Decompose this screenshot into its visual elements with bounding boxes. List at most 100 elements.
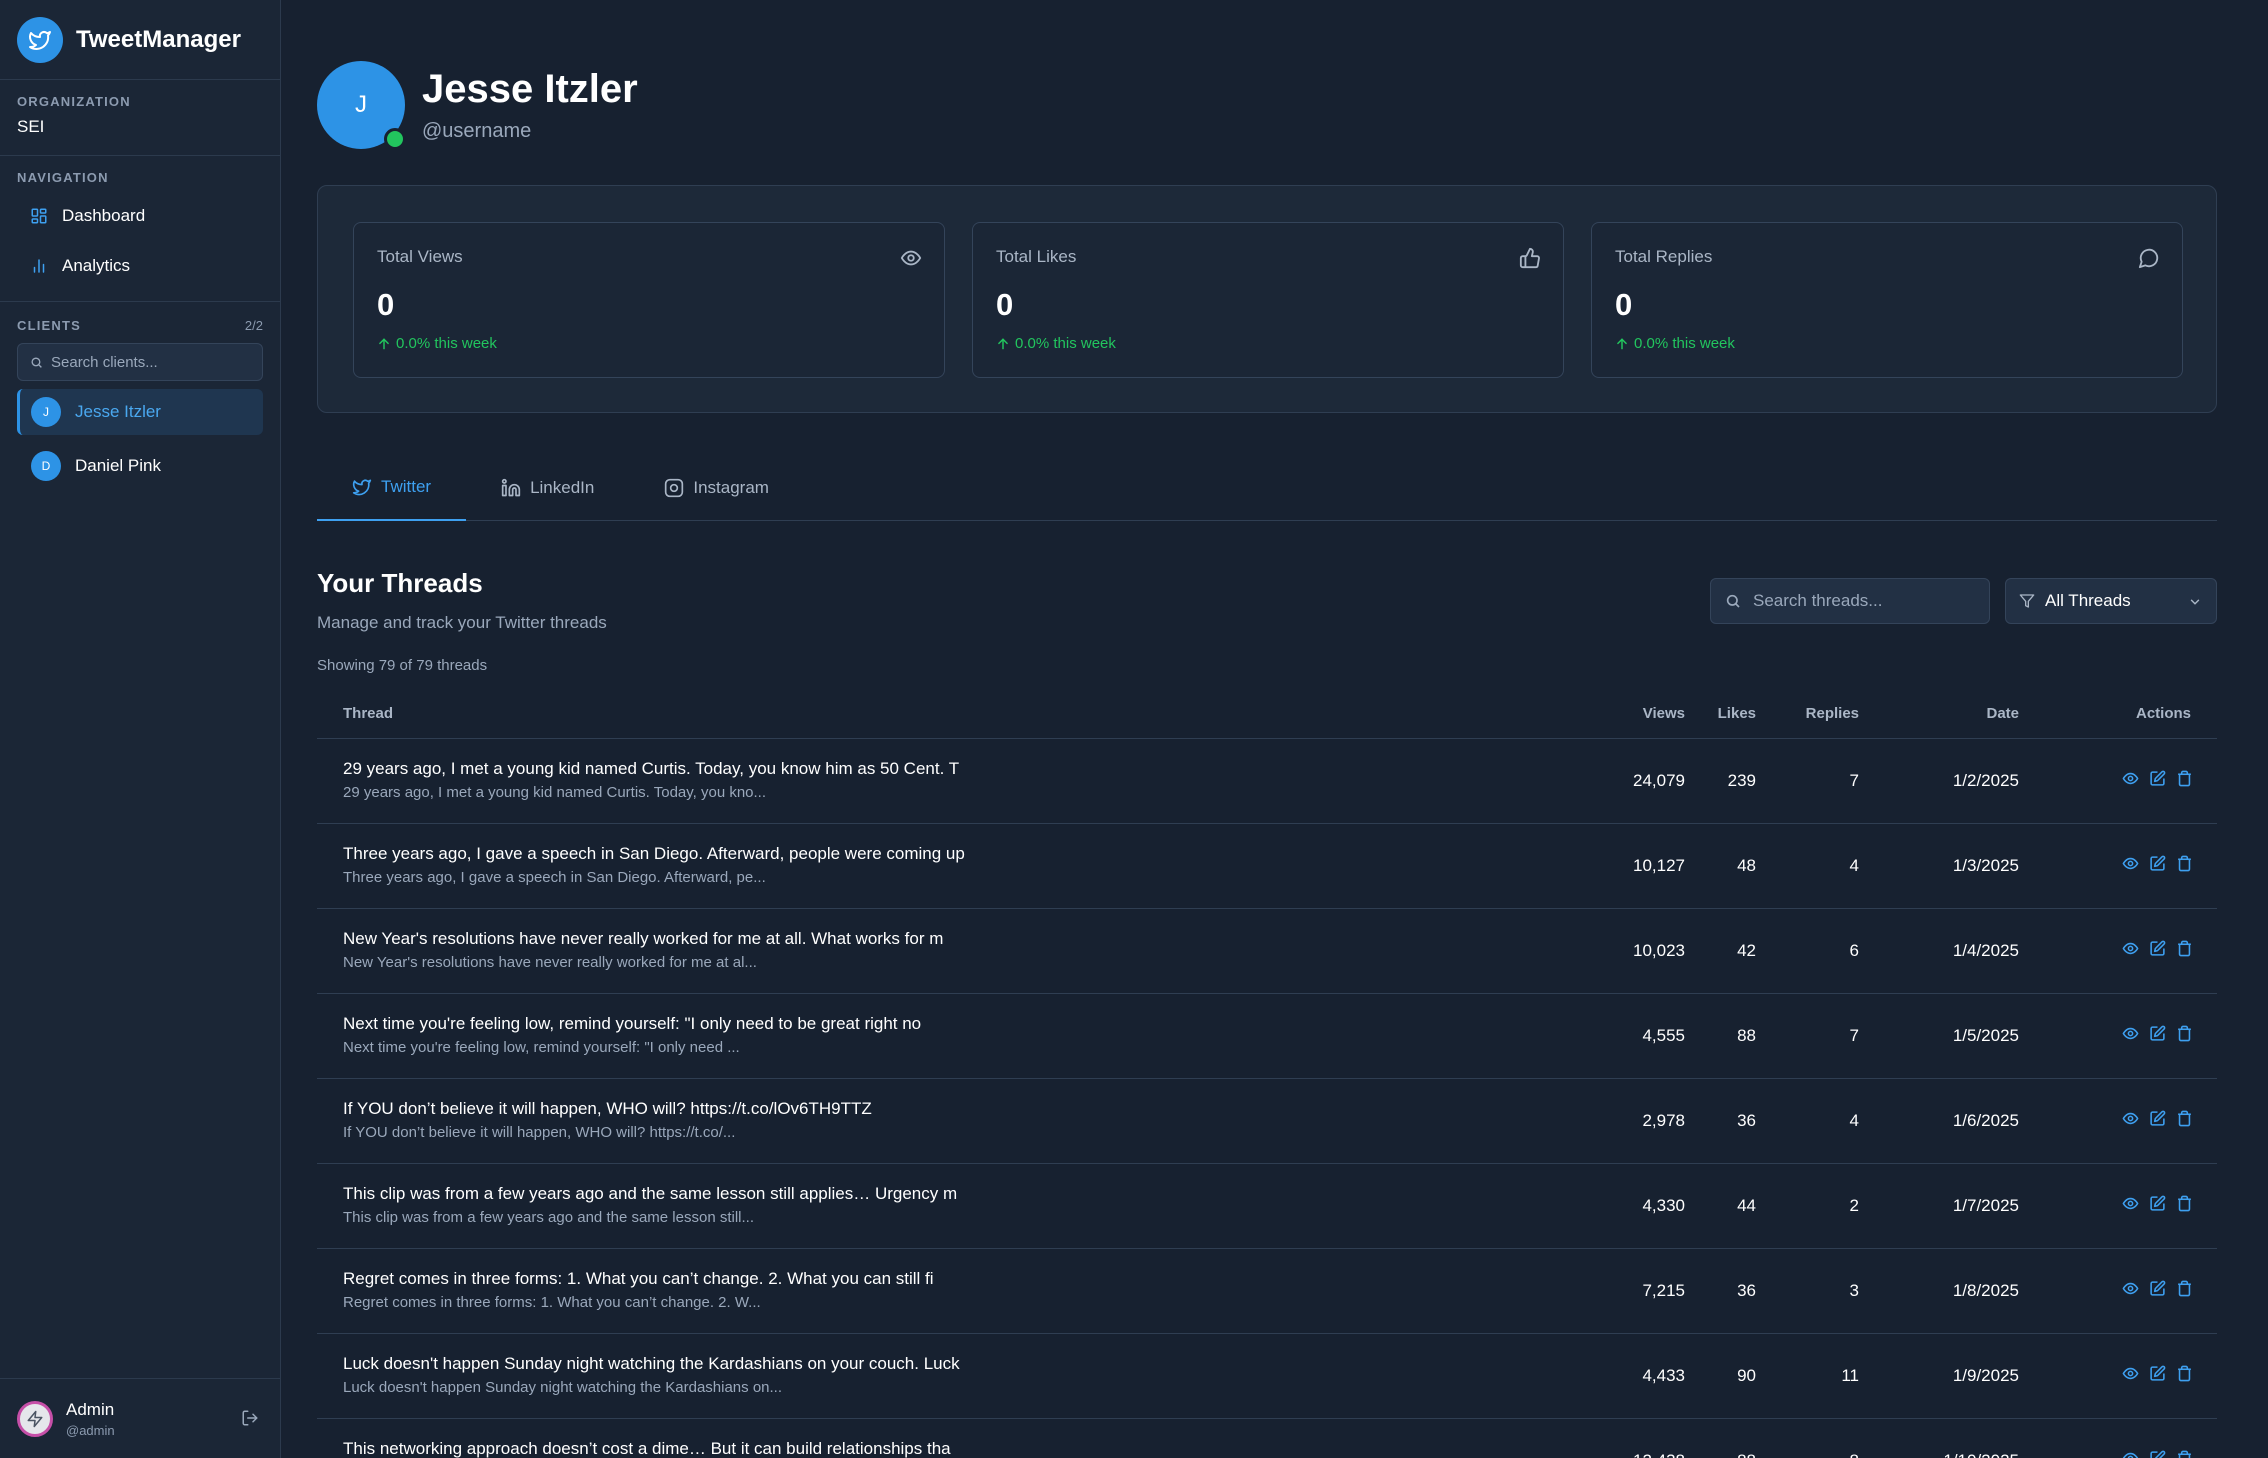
twitter-logo-icon (17, 16, 63, 63)
table-row[interactable]: New Year's resolutions have never really… (317, 909, 2217, 994)
view-icon[interactable] (2122, 1025, 2139, 1042)
table-row[interactable]: Next time you're feeling low, remind you… (317, 994, 2217, 1079)
thread-title[interactable]: Luck doesn't happen Sunday night watchin… (343, 1354, 960, 1374)
profile-initial: J (355, 91, 367, 118)
thread-date: 1/8/2025 (1952, 1281, 2019, 1300)
logout-icon[interactable] (241, 1409, 259, 1432)
brand[interactable]: TweetManager (0, 0, 280, 80)
edit-icon[interactable] (2149, 770, 2166, 787)
delete-icon[interactable] (2176, 855, 2193, 872)
tab-instagram[interactable]: Instagram (629, 455, 804, 521)
edit-icon[interactable] (2149, 1280, 2166, 1297)
thread-replies: 6 (1849, 941, 1859, 960)
thread-title[interactable]: Next time you're feeling low, remind you… (343, 1014, 921, 1034)
client-search-input[interactable] (51, 353, 251, 371)
thread-preview: Three years ago, I gave a speech in San … (343, 869, 766, 886)
thread-date: 1/4/2025 (1952, 941, 2019, 960)
edit-icon[interactable] (2149, 1450, 2166, 1458)
linkedin-icon (501, 478, 521, 497)
stat-change-text: 0.0% this week (396, 335, 497, 352)
thread-preview: Luck doesn't happen Sunday night watchin… (343, 1379, 783, 1396)
nav-item-label: Dashboard (62, 206, 146, 225)
delete-icon[interactable] (2176, 940, 2193, 957)
delete-icon[interactable] (2176, 1280, 2193, 1297)
view-icon[interactable] (2122, 855, 2139, 872)
table-row[interactable]: This networking approach doesn’t cost a … (317, 1419, 2217, 1458)
thread-title[interactable]: This networking approach doesn’t cost a … (343, 1439, 951, 1458)
delete-icon[interactable] (2176, 1450, 2193, 1458)
column-header-date[interactable]: Date (1986, 705, 2019, 722)
thread-title[interactable]: If YOU don’t believe it will happen, WHO… (343, 1099, 872, 1119)
table-row[interactable]: Regret comes in three forms: 1. What you… (317, 1249, 2217, 1334)
table-row[interactable]: Luck doesn't happen Sunday night watchin… (317, 1334, 2217, 1419)
column-header-replies[interactable]: Replies (1806, 705, 1859, 722)
thread-likes: 44 (1737, 1196, 1756, 1215)
organization-value[interactable]: SEI (17, 117, 263, 137)
column-header-thread[interactable]: Thread (343, 705, 393, 722)
tab-twitter[interactable]: Twitter (317, 455, 467, 521)
row-actions (2122, 1025, 2193, 1042)
edit-icon[interactable] (2149, 1365, 2166, 1382)
edit-icon[interactable] (2149, 855, 2166, 872)
view-icon[interactable] (2122, 1195, 2139, 1212)
delete-icon[interactable] (2176, 770, 2193, 787)
arrow-up-icon (1617, 337, 1627, 349)
view-icon[interactable] (2122, 1365, 2139, 1382)
table-row[interactable]: Three years ago, I gave a speech in San … (317, 824, 2217, 909)
sidebar: TweetManager ORGANIZATION SEI NAVIGATION… (0, 0, 281, 1458)
nav-item-label: Analytics (62, 256, 131, 275)
column-header-likes[interactable]: Likes (1718, 705, 1756, 722)
tab-linkedin[interactable]: LinkedIn (466, 455, 629, 521)
view-icon[interactable] (2122, 1110, 2139, 1127)
edit-icon[interactable] (2149, 940, 2166, 957)
clients-count: 2/2 (244, 318, 263, 333)
thread-title[interactable]: Regret comes in three forms: 1. What you… (343, 1269, 934, 1289)
view-icon[interactable] (2122, 770, 2139, 787)
view-icon[interactable] (2122, 1450, 2139, 1458)
user-avatar[interactable] (17, 1400, 53, 1437)
delete-icon[interactable] (2176, 1025, 2193, 1042)
instagram-icon (665, 478, 684, 498)
arrow-up-icon (998, 337, 1008, 349)
thread-search-input[interactable] (1753, 591, 1973, 611)
thread-title[interactable]: New Year's resolutions have never really… (343, 929, 943, 949)
thread-likes: 42 (1737, 941, 1756, 960)
thread-date: 1/6/2025 (1952, 1111, 2019, 1130)
table-header: Thread Views Likes Replies Date Actions (317, 691, 2217, 739)
thread-likes: 36 (1737, 1281, 1756, 1300)
row-actions (2122, 1450, 2193, 1458)
delete-icon[interactable] (2176, 1110, 2193, 1127)
delete-icon[interactable] (2176, 1365, 2193, 1382)
thread-date: 1/2/2025 (1952, 771, 2019, 790)
thread-search-box[interactable] (1710, 578, 1990, 624)
thread-preview: New Year's resolutions have never really… (343, 954, 757, 971)
stat-value: 0 (377, 287, 395, 322)
thread-title[interactable]: 29 years ago, I met a young kid named Cu… (343, 759, 959, 779)
filter-icon (2019, 594, 2035, 608)
stat-change: 0.0% this week (1615, 335, 2159, 352)
column-header-views[interactable]: Views (1643, 705, 1685, 722)
table-row[interactable]: 29 years ago, I met a young kid named Cu… (317, 739, 2217, 824)
table-row[interactable]: If YOU don’t believe it will happen, WHO… (317, 1079, 2217, 1164)
edit-icon[interactable] (2149, 1195, 2166, 1212)
thread-views: 10,127 (1633, 856, 1685, 875)
client-search-box[interactable] (17, 343, 263, 381)
thread-filter-select[interactable]: All Threads (2005, 578, 2217, 624)
view-icon[interactable] (2122, 1280, 2139, 1297)
edit-icon[interactable] (2149, 1110, 2166, 1127)
stat-change: 0.0% this week (996, 335, 1540, 352)
client-item-daniel-pink[interactable]: D Daniel Pink (17, 443, 263, 489)
thread-title[interactable]: This clip was from a few years ago and t… (343, 1184, 957, 1204)
table-row[interactable]: This clip was from a few years ago and t… (317, 1164, 2217, 1249)
nav-item-dashboard[interactable]: Dashboard (17, 193, 263, 239)
nav-item-analytics[interactable]: Analytics (17, 243, 263, 289)
delete-icon[interactable] (2176, 1195, 2193, 1212)
edit-icon[interactable] (2149, 1025, 2166, 1042)
twitter-icon (352, 479, 372, 496)
thread-title[interactable]: Three years ago, I gave a speech in San … (343, 844, 965, 864)
user-name: Admin (66, 1399, 115, 1419)
search-icon (31, 356, 42, 368)
client-item-jesse-itzler[interactable]: J Jesse Itzler (17, 389, 263, 435)
view-icon[interactable] (2122, 940, 2139, 957)
stat-change: 0.0% this week (377, 335, 921, 352)
